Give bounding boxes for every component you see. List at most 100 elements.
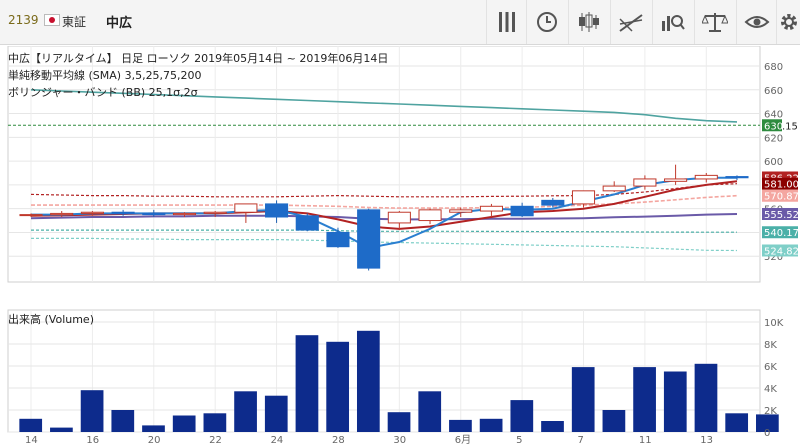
candle-body xyxy=(725,176,749,179)
volume-bar xyxy=(142,425,165,432)
candle-body xyxy=(449,209,473,213)
candle-body xyxy=(357,209,381,269)
bb-upper-2sigma-line xyxy=(30,183,738,198)
chart-search-icon xyxy=(662,15,685,31)
candle-body xyxy=(142,212,166,216)
volume-bar xyxy=(633,367,656,432)
japan-flag-icon xyxy=(44,14,60,26)
price-tag-label: 630 xyxy=(764,121,783,132)
chart-search-button[interactable] xyxy=(652,0,693,44)
date-tick-label: 13 xyxy=(700,435,713,446)
date-tick-label: 7 xyxy=(578,435,584,446)
volume-bar xyxy=(602,410,626,432)
price-tag-label: 570.87 xyxy=(764,192,799,203)
price-tick-label: 600 xyxy=(764,157,783,168)
price-tick-label: 640 xyxy=(764,110,783,121)
candle-body xyxy=(664,178,688,182)
date-tick-label: 24 xyxy=(271,435,284,446)
date-tick-label: 11 xyxy=(639,435,652,446)
eye-button[interactable] xyxy=(736,0,777,44)
volume-bar xyxy=(19,418,43,432)
date-tick-label: 22 xyxy=(209,435,222,446)
candle-body xyxy=(80,211,104,214)
sma-3-line xyxy=(31,176,737,249)
volume-bar xyxy=(449,419,472,432)
volume-bar xyxy=(295,335,319,432)
volume-bar xyxy=(541,421,564,432)
candle-body xyxy=(265,203,289,218)
bb-lower-1sigma-line xyxy=(31,229,737,233)
stock-chart: 52054056058060062064066068002K4K6K8K10K1… xyxy=(7,46,799,446)
volume-title: 出来高 (Volume) xyxy=(8,313,94,326)
volume-bar xyxy=(418,391,442,432)
volume-bar xyxy=(264,395,288,432)
volume-bar xyxy=(356,330,380,432)
volume-bar xyxy=(387,412,411,432)
candle-body xyxy=(203,211,227,214)
candle-body xyxy=(418,209,442,222)
top-toolbar: 2139 東証 中広 xyxy=(0,0,800,45)
gear-icon xyxy=(781,14,797,30)
price-tick-label: 660 xyxy=(764,86,783,97)
date-tick-label: 16 xyxy=(86,435,99,446)
bb-legend: ボリンジャー・バンド (BB) 25,1σ,2σ xyxy=(8,86,198,99)
price-tag-label: 581.00 xyxy=(764,180,799,191)
bb-upper-1sigma-line xyxy=(31,194,738,209)
candle-body xyxy=(50,212,74,216)
gear-button[interactable] xyxy=(776,0,800,44)
trend-lines-button[interactable] xyxy=(610,0,651,44)
candle-body xyxy=(479,205,503,212)
volume-bar xyxy=(663,371,687,432)
volume-bar xyxy=(571,367,595,432)
date-tick-label: 5 xyxy=(516,435,522,446)
sma-legend: 単純移動平均線 (SMA) 3,5,25,75,200 xyxy=(8,69,202,82)
candle-body xyxy=(387,211,411,224)
price-tag-decimals: .15 xyxy=(782,121,798,132)
bars-icon xyxy=(499,12,515,32)
volume-tick-label: 2K xyxy=(764,406,777,417)
volume-bar xyxy=(234,391,257,432)
company-name: 中広 xyxy=(106,16,133,31)
date-tick-label: 28 xyxy=(332,435,345,446)
candlestick-button[interactable] xyxy=(568,0,609,44)
candle-body xyxy=(633,178,657,187)
sma-25-line xyxy=(30,213,738,221)
volume-bar xyxy=(510,400,534,432)
volume-tick-label: 4K xyxy=(764,384,777,395)
date-tick-label: 14 xyxy=(25,435,38,446)
volume-bar xyxy=(50,427,73,432)
chart-info-line: 中広【リアルタイム】 日足 ローソク 2019年05月14日 ~ 2019年06… xyxy=(8,52,389,65)
price-tag-label: 524.82 xyxy=(764,246,799,257)
candle-body xyxy=(19,214,43,217)
volume-bar xyxy=(326,341,350,432)
volume-bar xyxy=(80,390,104,432)
bars-button[interactable] xyxy=(486,0,527,44)
candle-body xyxy=(510,205,534,217)
price-tick-label: 620 xyxy=(764,133,783,144)
candlestick-icon xyxy=(579,12,599,32)
volume-tick-label: 8K xyxy=(764,340,777,351)
candle-body xyxy=(234,203,258,213)
date-tick-label: 20 xyxy=(148,435,161,446)
stock-code: 2139 xyxy=(8,13,39,27)
candle-body xyxy=(602,185,626,192)
candle-body xyxy=(172,212,197,216)
volume-bar xyxy=(694,363,718,432)
candle-body xyxy=(541,199,565,206)
candle-body xyxy=(295,215,319,231)
volume-bar xyxy=(111,410,135,432)
scale-icon xyxy=(702,13,728,32)
candle-body xyxy=(326,231,350,248)
candle-body xyxy=(571,190,596,205)
eye-icon xyxy=(744,16,770,28)
scale-button[interactable] xyxy=(694,0,735,44)
price-tag-label: 540.17 xyxy=(764,228,799,239)
clock-button[interactable] xyxy=(526,0,567,44)
volume-bar xyxy=(479,418,503,432)
price-tag-label: 555.52 xyxy=(764,210,799,221)
price-tick-label: 680 xyxy=(764,62,783,73)
volume-tick-label: 0 xyxy=(764,428,770,439)
clock-icon xyxy=(537,12,557,32)
volume-bar xyxy=(725,413,749,432)
date-tick-label: 30 xyxy=(393,435,406,446)
